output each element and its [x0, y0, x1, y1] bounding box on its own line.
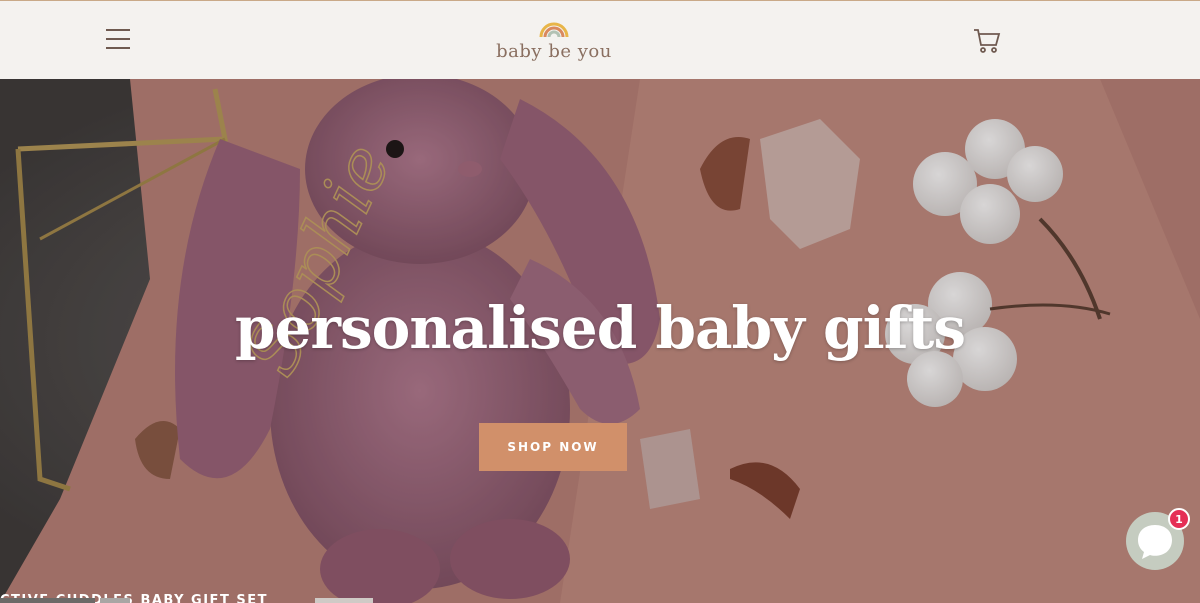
rainbow-logo-icon	[539, 22, 569, 37]
hamburger-menu-icon[interactable]	[104, 29, 132, 53]
site-header: baby be you	[0, 0, 1200, 79]
brand-name: baby be you	[496, 41, 612, 62]
hero-headline: personalised baby gifts	[234, 294, 966, 362]
shop-now-button[interactable]: SHOP NOW	[479, 423, 627, 471]
product-thumb[interactable]	[0, 598, 95, 603]
product-thumb[interactable]	[315, 598, 373, 603]
shopping-cart-icon[interactable]	[972, 25, 1002, 55]
chat-notification-badge: 1	[1168, 508, 1190, 530]
hero-banner: Sophie personalised baby gifts SHOP NOW	[0, 79, 1200, 603]
brand-logo[interactable]: baby be you	[480, 11, 628, 62]
product-thumb[interactable]	[100, 598, 130, 603]
